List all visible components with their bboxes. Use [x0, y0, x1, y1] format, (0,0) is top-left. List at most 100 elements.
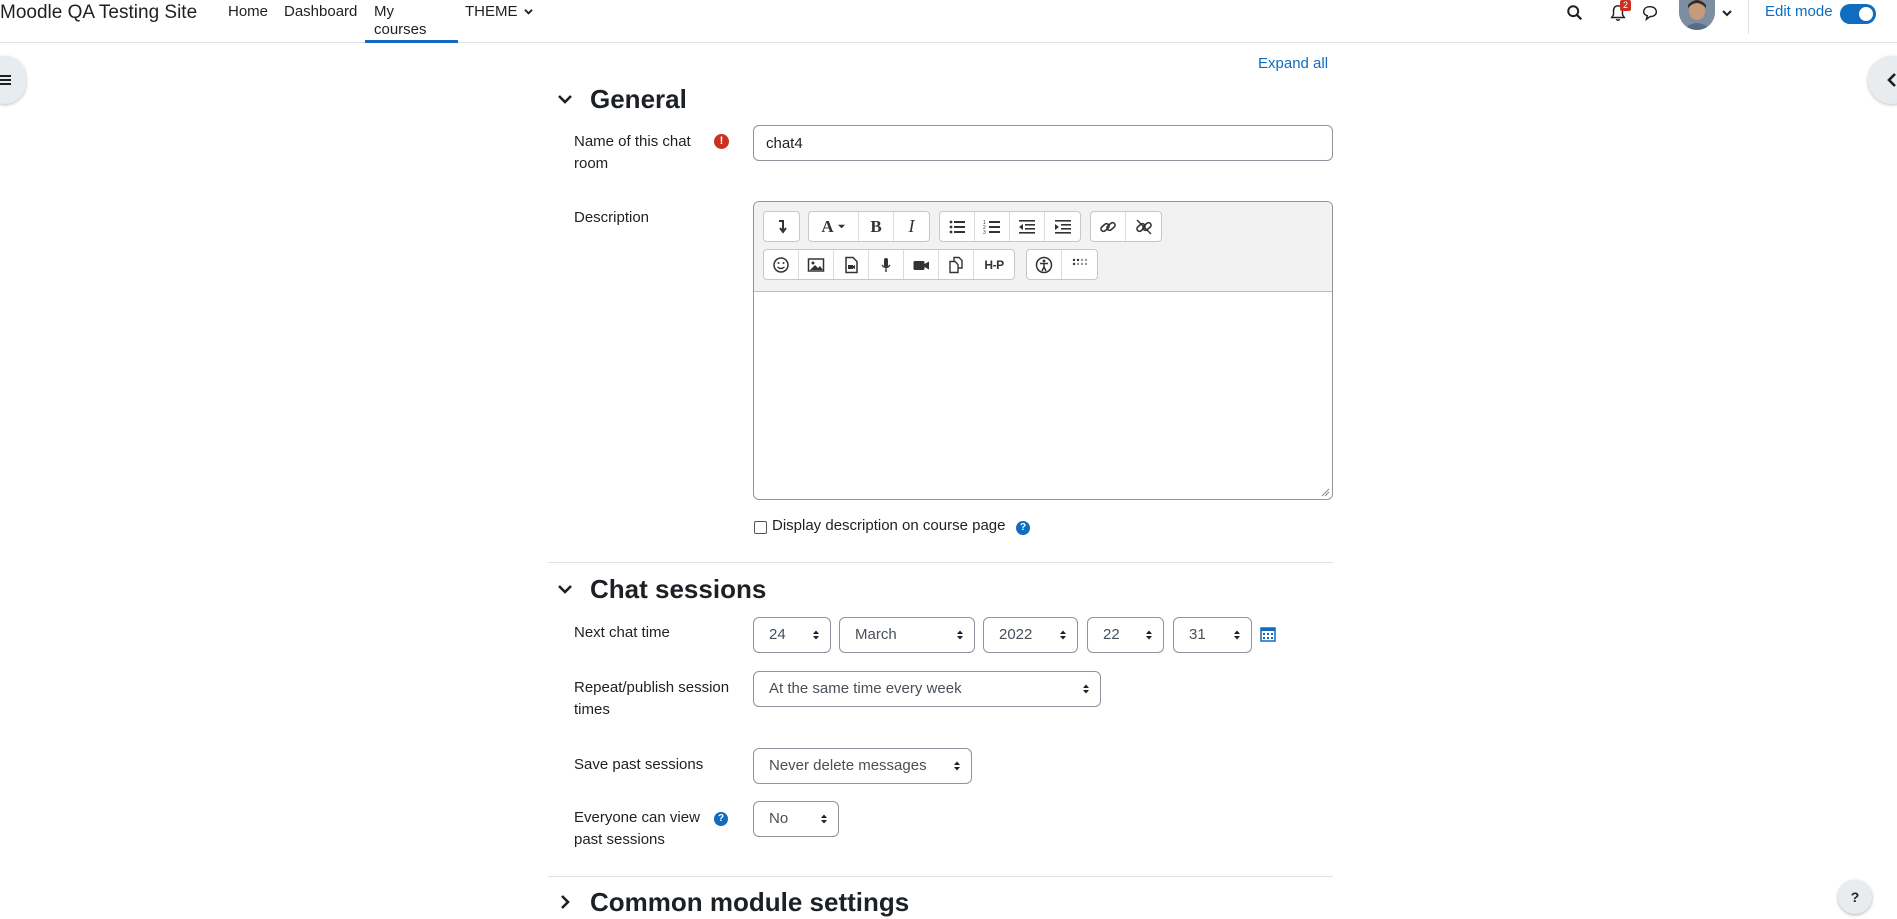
collapse-icon[interactable]: [764, 212, 799, 241]
calendar-icon[interactable]: [1260, 626, 1276, 642]
unordered-list-icon[interactable]: [940, 212, 975, 241]
section-divider: [548, 562, 1333, 563]
select-arrows-icon: [821, 814, 827, 824]
month-select[interactable]: March: [839, 617, 975, 653]
save-past-sessions-label: Save past sessions: [574, 756, 704, 773]
description-label: Description: [574, 209, 650, 226]
everyone-view-select[interactable]: No: [753, 801, 839, 837]
save-past-sessions-select[interactable]: Never delete messages: [753, 748, 972, 784]
day-select[interactable]: 24: [753, 617, 831, 653]
chevron-down-icon: [523, 9, 533, 15]
repeat-sessions-select[interactable]: At the same time every week: [753, 671, 1101, 707]
link-icon[interactable]: [1091, 212, 1126, 241]
svg-text:3: 3: [983, 230, 986, 236]
nav-my-courses[interactable]: My courses: [365, 3, 458, 43]
italic-icon[interactable]: I: [894, 212, 929, 241]
record-video-icon[interactable]: [904, 250, 939, 279]
required-icon: !: [714, 134, 729, 149]
select-arrows-icon: [954, 761, 960, 771]
outdent-icon[interactable]: [1010, 212, 1045, 241]
display-description-label: Display description on course page: [772, 517, 1006, 534]
media-icon[interactable]: [834, 250, 869, 279]
help-icon[interactable]: ?: [1016, 521, 1030, 535]
year-select[interactable]: 2022: [983, 617, 1078, 653]
h5p-icon[interactable]: H-P: [974, 250, 1014, 279]
description-textarea[interactable]: [754, 293, 1332, 499]
bold-icon[interactable]: B: [859, 212, 894, 241]
description-editor: A B I 123 H-P: [753, 201, 1333, 500]
open-block-drawer-button[interactable]: [1868, 56, 1897, 104]
screenreader-helper-icon[interactable]: [1062, 250, 1097, 279]
notification-count-badge: 2: [1620, 0, 1632, 11]
section-divider: [548, 876, 1333, 877]
chevron-down-icon: [558, 95, 572, 104]
save-past-sessions-value: Never delete messages: [769, 757, 927, 774]
select-arrows-icon: [1083, 684, 1089, 694]
toolbar-group-accessibility: [1026, 249, 1098, 280]
chevron-right-icon: [561, 895, 570, 909]
unlink-icon[interactable]: [1126, 212, 1161, 241]
everyone-view-value: No: [769, 810, 789, 827]
section-chat-sessions-header[interactable]: Chat sessions: [556, 572, 766, 606]
minute-select-value: 31: [1189, 626, 1206, 643]
edit-mode-toggle[interactable]: [1840, 4, 1876, 24]
toolbar-group-style: A B I: [808, 211, 930, 242]
ordered-list-icon[interactable]: 123: [975, 212, 1010, 241]
select-arrows-icon: [957, 630, 963, 640]
avatar-image: [1679, 0, 1715, 30]
section-title: General: [590, 83, 687, 114]
nav-home[interactable]: Home: [219, 3, 277, 43]
manage-files-icon[interactable]: [939, 250, 974, 279]
help-icon[interactable]: ?: [714, 812, 728, 826]
everyone-view-label: Everyone can view past sessions: [574, 809, 700, 848]
section-common-module-header[interactable]: Common module settings: [556, 885, 909, 919]
nav-dashboard[interactable]: Dashboard: [275, 3, 366, 43]
chevron-left-icon: [1887, 73, 1896, 87]
image-icon[interactable]: [799, 250, 834, 279]
select-arrows-icon: [1234, 630, 1240, 640]
select-arrows-icon: [1146, 630, 1152, 640]
chat-bubble-icon[interactable]: [1641, 4, 1659, 22]
chevron-down-icon: [558, 585, 572, 594]
toolbar-group-insert: H-P: [763, 249, 1015, 280]
accessibility-checker-icon[interactable]: [1027, 250, 1062, 279]
nav-theme-label: THEME: [465, 3, 518, 20]
month-select-value: March: [855, 626, 897, 643]
toolbar-group-collapse: [763, 211, 800, 242]
avatar[interactable]: [1679, 0, 1715, 30]
open-course-index-button[interactable]: [0, 56, 26, 104]
emoji-icon[interactable]: [764, 250, 799, 279]
editor-toolbar: A B I 123 H-P: [754, 202, 1332, 292]
record-audio-icon[interactable]: [869, 250, 904, 279]
next-chat-time-label: Next chat time: [574, 624, 670, 641]
select-arrows-icon: [1060, 630, 1066, 640]
repeat-sessions-label: Repeat/publish session times: [574, 679, 730, 718]
day-select-value: 24: [769, 626, 786, 643]
search-icon[interactable]: [1566, 4, 1584, 22]
chevron-down-icon[interactable]: [1722, 8, 1732, 18]
nav-theme[interactable]: THEME: [456, 3, 542, 43]
select-arrows-icon: [813, 630, 819, 640]
list-icon: [0, 75, 11, 85]
minute-select[interactable]: 31: [1173, 617, 1252, 653]
toggle-knob: [1859, 7, 1873, 21]
toolbar-group-links: [1090, 211, 1162, 242]
top-navbar: Moodle QA Testing Site Home Dashboard My…: [0, 0, 1897, 43]
section-general-header[interactable]: General: [556, 82, 687, 116]
hour-select[interactable]: 22: [1087, 617, 1164, 653]
navbar-divider: [1748, 0, 1749, 34]
edit-mode-label: Edit mode: [1765, 3, 1833, 20]
repeat-sessions-value: At the same time every week: [769, 680, 962, 697]
chat-name-label: Name of this chat room: [574, 133, 691, 172]
h5p-icon-label: H-P: [984, 257, 1004, 272]
display-description-checkbox[interactable]: [754, 521, 767, 534]
section-title: Chat sessions: [590, 573, 767, 604]
year-select-value: 2022: [999, 626, 1033, 643]
site-brand[interactable]: Moodle QA Testing Site: [0, 2, 197, 24]
indent-icon[interactable]: [1045, 212, 1080, 241]
footer-help-button[interactable]: ?: [1838, 880, 1872, 914]
expand-all-link[interactable]: Expand all: [1258, 55, 1328, 72]
resize-handle-icon[interactable]: [1320, 487, 1330, 497]
font-style-icon[interactable]: A: [809, 212, 859, 241]
chat-name-input[interactable]: [753, 125, 1333, 161]
